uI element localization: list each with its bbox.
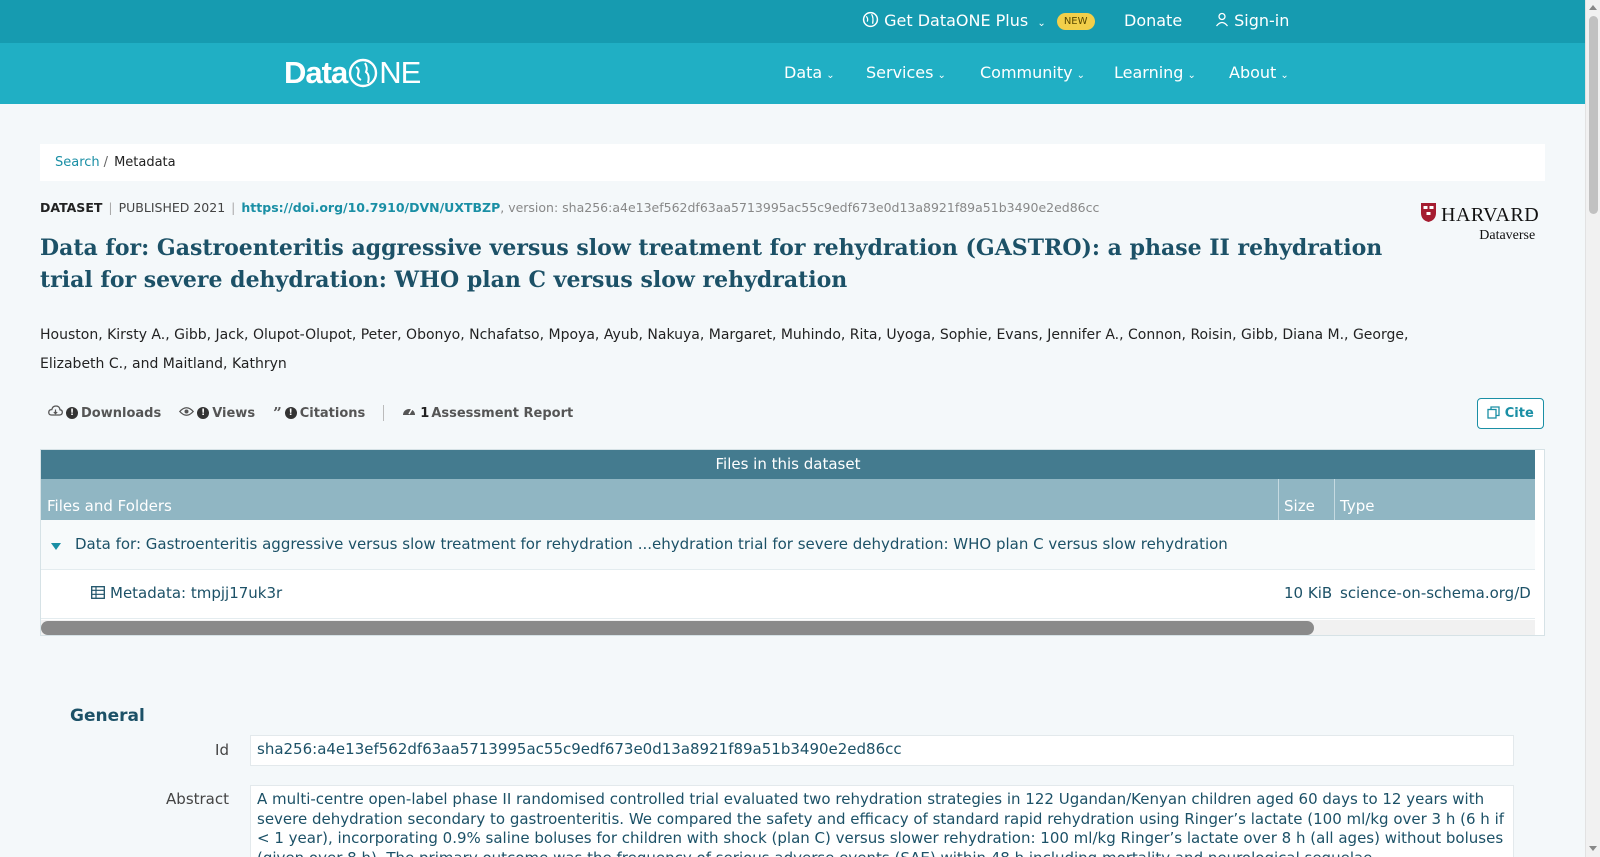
nav-item-services[interactable]: Services ⌄ [866, 63, 946, 82]
assessment-label: Assessment Report [431, 405, 574, 421]
scroll-down-arrow-icon[interactable] [1589, 846, 1597, 851]
nav-item-learning[interactable]: Learning ⌄ [1114, 63, 1196, 82]
assessment-count: 1 [420, 405, 430, 421]
column-size[interactable]: Size [1284, 497, 1315, 515]
cite-label: Cite [1504, 406, 1534, 421]
nav-label: Data [784, 63, 823, 82]
column-files-and-folders[interactable]: Files and Folders [47, 497, 172, 515]
nav-label: Community [980, 63, 1073, 82]
page-title: Data for: Gastroenteritis aggressive ver… [40, 235, 1383, 293]
cloud-download-icon [48, 405, 63, 421]
chevron-down-icon: ⌄ [1037, 18, 1046, 29]
exclamation-icon: ! [284, 407, 297, 419]
table-icon [91, 585, 105, 603]
nav-item-community[interactable]: Community ⌄ [980, 63, 1085, 82]
general-section-heading: General [70, 706, 145, 726]
horizontal-scrollbar-thumb[interactable] [41, 621, 1314, 635]
cite-button[interactable]: Cite [1477, 398, 1544, 429]
id-label: Id [215, 741, 229, 759]
files-table: Files in this dataset Files and Folders … [40, 449, 1545, 636]
file-name[interactable]: Metadata: tmpjj17uk3r [110, 584, 282, 602]
citations-metric[interactable]: ” ! Citations [273, 404, 365, 422]
divider: | [231, 200, 236, 215]
copy-icon [1487, 401, 1500, 430]
file-size: 10 KiB [1284, 584, 1333, 602]
citations-label: Citations [299, 405, 366, 421]
column-divider [1278, 479, 1279, 520]
repository-name: HARVARD [1441, 204, 1540, 226]
version-value: sha256:a4e13ef562df63aa5713995ac55c9edf6… [562, 200, 1100, 215]
vertical-scrollbar-thumb[interactable] [1589, 16, 1598, 214]
chevron-down-icon: ⌄ [1076, 70, 1085, 81]
abstract-field[interactable]: A multi-centre open-label phase II rando… [250, 785, 1514, 857]
exclamation-icon: ! [197, 407, 210, 419]
version-prefix: , version: [500, 200, 563, 215]
published-label: PUBLISHED 2021 [118, 200, 226, 215]
chevron-down-icon: ⌄ [937, 70, 946, 81]
nav-label: Learning [1114, 63, 1184, 82]
dataset-type-label: DATASET [40, 200, 103, 215]
sign-in-label: Sign-in [1234, 11, 1290, 30]
scroll-up-arrow-icon[interactable] [1589, 5, 1597, 10]
nav-item-data[interactable]: Data ⌄ [784, 63, 835, 82]
breadcrumb-current: Metadata [114, 155, 176, 170]
chevron-down-icon: ⌄ [826, 70, 835, 81]
vertical-scrollbar[interactable] [1585, 0, 1600, 857]
globe-icon [862, 11, 879, 32]
dataone-plus-label: Get DataONE Plus [884, 11, 1029, 30]
sign-in-link[interactable]: Sign-in [1215, 11, 1289, 31]
main-navbar: Data NE Data ⌄ Services ⌄ Community ⌄ Learn… [0, 43, 1585, 104]
repository-sub: Dataverse [1479, 228, 1536, 243]
horizontal-scrollbar[interactable] [41, 620, 1535, 635]
breadcrumb-separator: / [103, 155, 109, 170]
views-label: Views [212, 405, 256, 421]
logo-text-right: NE [379, 55, 421, 90]
column-divider [1334, 479, 1335, 520]
dataone-logo[interactable]: Data NE [284, 55, 421, 91]
folder-name: Data for: Gastroenteritis aggressive ver… [75, 535, 1228, 553]
nav-label: Services [866, 63, 934, 82]
downloads-label: Downloads [81, 405, 162, 421]
assessment-report-metric[interactable]: 1 Assessment Report [402, 405, 573, 421]
dataset-meta-line: DATASET | PUBLISHED 2021 | https://doi.org/1… [40, 200, 1099, 215]
breadcrumb-search-link[interactable]: Search [55, 155, 100, 170]
id-field[interactable]: sha256:a4e13ef562df63aa5713995ac55c9edf6… [250, 735, 1514, 766]
exclamation-icon: ! [66, 407, 78, 419]
divider [383, 405, 385, 421]
repository-logo[interactable]: HARVARD Dataverse [1420, 202, 1539, 244]
caret-down-icon[interactable] [51, 537, 61, 555]
files-column-headers: Files and Folders Size Type [41, 479, 1535, 520]
harvard-shield-icon [1420, 202, 1437, 229]
downloads-metric[interactable]: ! Downloads [48, 405, 161, 421]
eye-icon [179, 406, 195, 421]
abstract-label: Abstract [166, 790, 229, 808]
files-table-header: Files in this dataset [41, 450, 1535, 479]
top-utility-bar: Get DataONE Plus ⌄ NEW Donate Sign-in [0, 0, 1585, 43]
divider: | [108, 200, 113, 215]
new-badge: NEW [1056, 13, 1095, 30]
column-type[interactable]: Type [1340, 497, 1374, 515]
logo-text-left: Data [284, 55, 348, 90]
chevron-down-icon: ⌄ [1187, 70, 1196, 81]
user-icon [1215, 12, 1229, 31]
views-metric[interactable]: ! Views [179, 406, 255, 421]
nav-label: About [1229, 63, 1277, 82]
quote-icon: ” [273, 404, 282, 422]
folder-row[interactable]: Data for: Gastroenteritis aggressive ver… [41, 520, 1535, 570]
file-type: science-on-schema.org/D [1340, 584, 1531, 602]
gauge-icon [402, 405, 416, 421]
donate-link[interactable]: Donate [1124, 11, 1182, 30]
dataone-plus-menu[interactable]: Get DataONE Plus ⌄ NEW [862, 11, 1095, 32]
nav-item-about[interactable]: About ⌄ [1229, 63, 1289, 82]
logo-globe-icon [349, 58, 378, 88]
table-row[interactable]: Metadata: tmpjj17uk3r 10 KiB science-on-… [41, 570, 1535, 619]
doi-link[interactable]: https://doi.org/10.7910/DVN/UXTBZP [241, 200, 500, 215]
breadcrumb: Search / Metadata [40, 144, 1545, 181]
metrics-bar: ! Downloads ! Views ” ! Citations 1 Asse… [48, 404, 591, 422]
author-list: Houston, Kirsty A., Gibb, Jack, Olupot-O… [40, 327, 1409, 372]
chevron-down-icon: ⌄ [1280, 70, 1289, 81]
